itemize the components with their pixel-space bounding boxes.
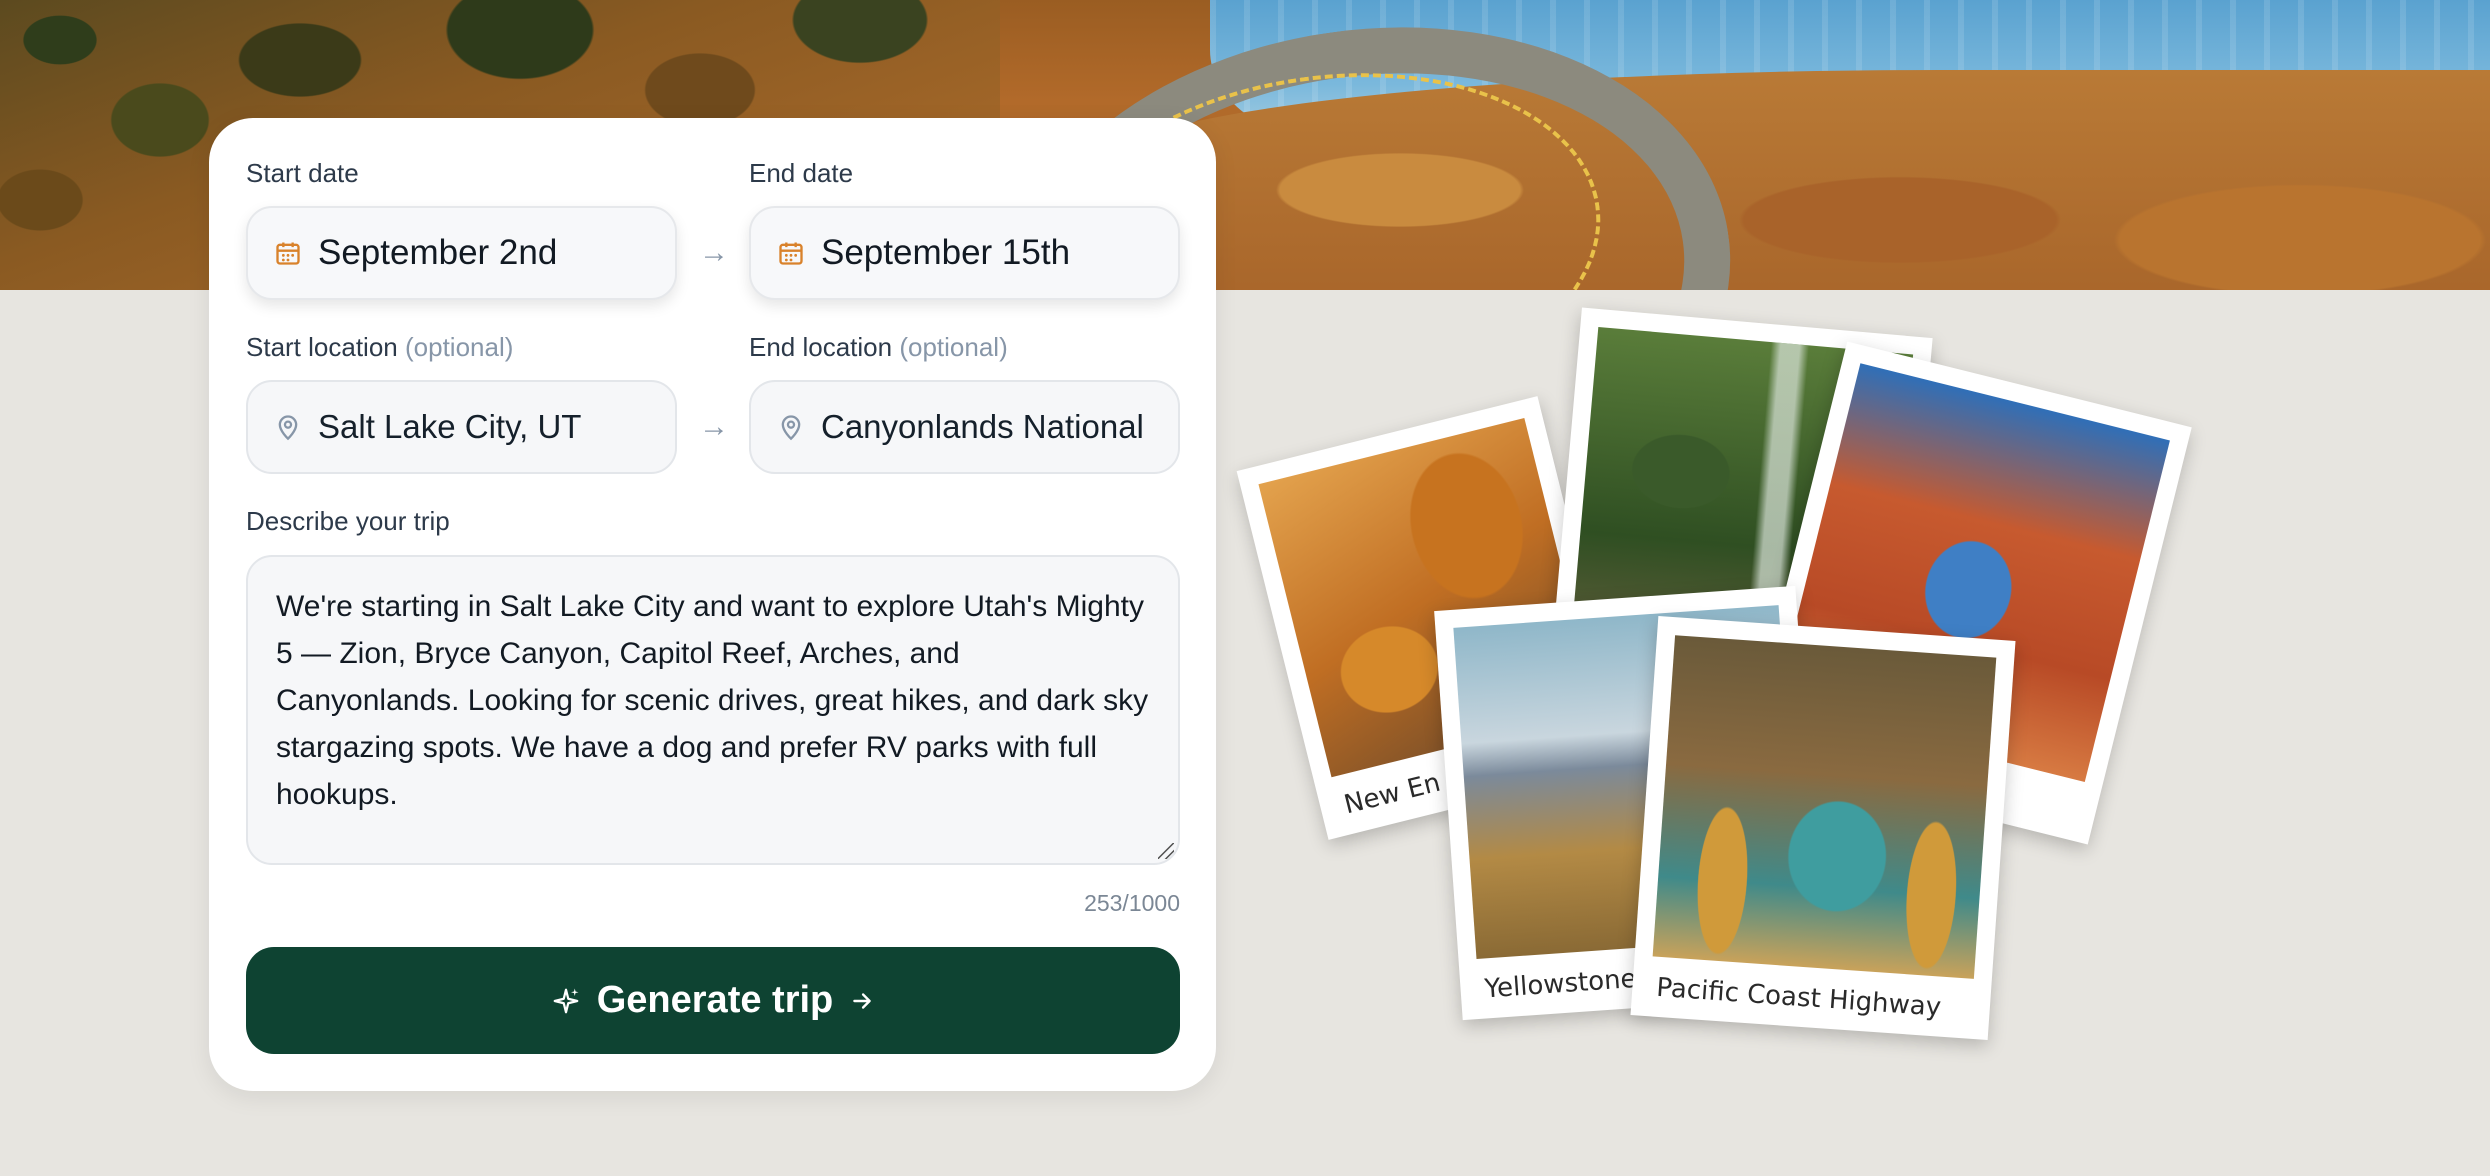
optional-tag: (optional)	[899, 332, 1008, 362]
polaroid-caption: Yellowstone	[1483, 963, 1638, 1005]
trip-description-textarea[interactable]: We're starting in Salt Lake City and wan…	[246, 555, 1180, 865]
calendar-icon	[276, 242, 300, 265]
map-pin-icon	[781, 415, 801, 441]
description-label-text: Describe your trip	[246, 506, 450, 536]
sparkle-icon	[553, 988, 579, 1013]
end-date-label: End date	[749, 158, 853, 189]
location-range-arrow-icon: →	[699, 410, 729, 443]
trip-description-text: We're starting in Salt Lake City and wan…	[276, 590, 1149, 811]
map-pin-icon	[278, 415, 298, 441]
end-location-input[interactable]: Canyonlands National Pa	[749, 380, 1180, 474]
start-date-field[interactable]: September 2nd	[246, 206, 677, 300]
end-date-label-text: End date	[749, 158, 854, 188]
end-location-label-text: End location	[749, 332, 893, 362]
start-location-label: Start location (optional)	[246, 332, 513, 363]
optional-tag: (optional)	[404, 332, 514, 362]
resize-handle-icon[interactable]	[1158, 843, 1174, 859]
arrow-right-icon	[853, 992, 872, 1009]
start-location-value: Salt Lake City, UT	[318, 408, 582, 445]
start-date-label-text: Start date	[246, 158, 359, 188]
start-location-input[interactable]: Salt Lake City, UT	[246, 380, 677, 474]
generate-trip-label: Generate trip	[596, 979, 834, 1021]
character-counter: 253/1000	[1084, 890, 1180, 916]
description-label: Describe your trip	[246, 506, 450, 537]
start-location-label-text: Start location	[246, 332, 398, 362]
end-date-value: September 15th	[821, 233, 1071, 272]
polaroid-caption: New En	[1341, 767, 1444, 821]
end-location-label: End location (optional)	[749, 332, 1008, 363]
calendar-icon	[779, 242, 803, 265]
end-location-value: Canyonlands National Pa	[821, 408, 1154, 445]
start-date-label: Start date	[246, 158, 359, 189]
date-range-arrow-icon: →	[699, 236, 729, 269]
start-date-value: September 2nd	[318, 233, 558, 272]
generate-trip-button[interactable]: Generate trip	[246, 947, 1180, 1054]
end-date-field[interactable]: September 15th	[749, 206, 1180, 300]
polaroid-pacific-coast-highway: Pacific Coast Highway	[1630, 616, 2016, 1040]
polaroid-caption: Pacific Coast Highway	[1655, 972, 1943, 1023]
photo-coastal-waterfall	[1652, 635, 1997, 979]
